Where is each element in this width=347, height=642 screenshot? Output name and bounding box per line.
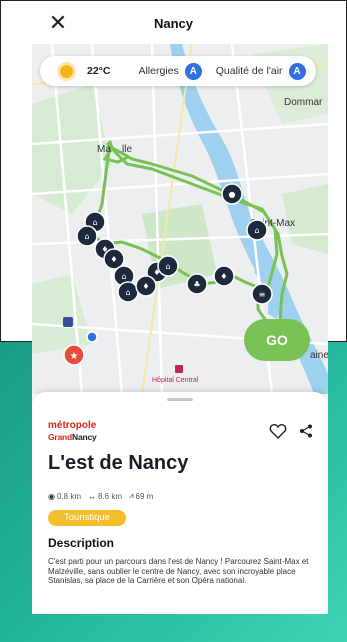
- route-title: L'est de Nancy: [48, 452, 189, 474]
- svg-text:♦: ♦: [220, 272, 227, 281]
- svg-text:⌂: ⌂: [125, 288, 130, 297]
- air-quality-label[interactable]: Qualité de l'air: [216, 65, 283, 77]
- map[interactable]: Dommar Ma lle Saint-Max Hôpital Central …: [32, 44, 328, 394]
- route-length-icon: ↔: [88, 491, 96, 501]
- svg-text:★: ★: [70, 351, 79, 362]
- logo-grand-nancy: GrandNancy: [48, 432, 97, 442]
- elevation-icon: ⩘: [129, 491, 134, 500]
- share-icon[interactable]: [298, 423, 314, 439]
- svg-text:⌂: ⌂: [92, 218, 97, 227]
- svg-text:●: ●: [229, 190, 236, 199]
- svg-text:⌂: ⌂: [254, 226, 259, 235]
- description-text: C'est parti pour un parcours dans l'est …: [48, 557, 309, 585]
- allergies-label[interactable]: Allergies: [138, 65, 178, 77]
- app-page: ✕ Nancy Dommar Ma lle Saint-Max Hôpital …: [0, 0, 347, 642]
- svg-text:♦: ♦: [101, 245, 108, 254]
- page-title: Nancy: [153, 16, 194, 31]
- svg-text:♣: ♣: [193, 280, 200, 289]
- allergies-badge[interactable]: A: [184, 62, 202, 80]
- route-sheet: métropole GrandNancy L'est de Nancy ◉ 0.8…: [32, 392, 328, 614]
- go-button[interactable]: GO: [244, 319, 310, 361]
- stat-elevation: 69 m: [135, 491, 154, 501]
- drag-handle[interactable]: [167, 398, 193, 401]
- svg-text:♦: ♦: [142, 282, 149, 291]
- parking-icon: [63, 317, 73, 327]
- air-quality-badge[interactable]: A: [288, 62, 306, 80]
- heart-icon[interactable]: [269, 423, 287, 439]
- logo-metropole: métropole: [48, 420, 97, 431]
- logo-nancy: Nancy: [72, 432, 97, 442]
- stat-length: 8.6 km: [98, 491, 123, 501]
- svg-text:♦: ♦: [110, 255, 117, 264]
- temperature: 22°C: [87, 65, 111, 77]
- route-screen: Dommar Ma lle Saint-Max Hôpital Central …: [32, 44, 328, 614]
- logo-grand: Grand: [48, 432, 73, 442]
- route-stats: ◉ 0.8 km ↔ 8.6 km ⩘ 69 m: [48, 491, 160, 501]
- weather-bar[interactable]: 22°C Allergies A Qualité de l'air A: [40, 56, 316, 86]
- stat-distance: 0.8 km: [56, 491, 81, 501]
- category-tag: Touristique: [48, 510, 126, 526]
- svg-text:⌂: ⌂: [84, 232, 89, 241]
- header: ✕ Nancy: [0, 0, 347, 44]
- svg-text:⌂: ⌂: [121, 272, 126, 281]
- description-title: Description: [48, 536, 115, 550]
- sun-icon: [60, 64, 73, 78]
- svg-text:⌂: ⌂: [165, 262, 170, 271]
- location-pin-icon: ◉: [48, 491, 55, 501]
- hospital-icon: [175, 365, 183, 373]
- svg-text:≡: ≡: [259, 290, 266, 299]
- svg-text:♦: ♦: [153, 268, 160, 277]
- location-dot: [86, 331, 98, 343]
